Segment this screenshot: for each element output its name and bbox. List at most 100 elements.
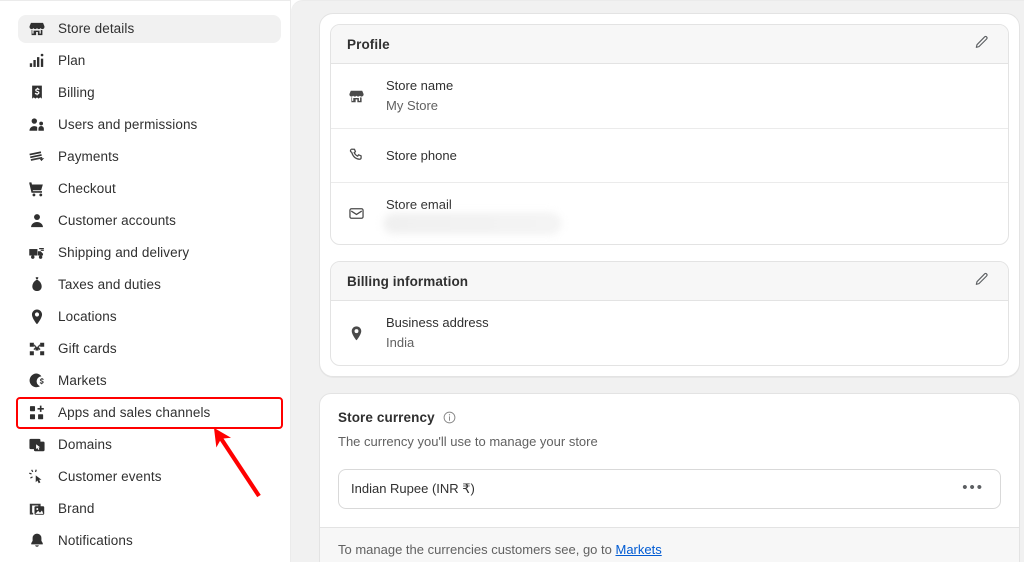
field-row: Business address India [331,301,1008,365]
store-currency-select[interactable]: Indian Rupee (INR ₹) ••• [338,469,1001,509]
sidebar-item-billing[interactable]: Billing [18,79,281,107]
sidebar-item-gift-cards[interactable]: Gift cards [18,335,281,363]
sidebar-item-store-details[interactable]: Store details [18,15,281,43]
sidebar-item-shipping-and-delivery[interactable]: Shipping and delivery [18,239,281,267]
field-value: India [386,335,415,350]
field-text: Store email [386,196,558,231]
sidebar-item-label: Plan [58,53,86,68]
sidebar-item-notifications[interactable]: Notifications [18,527,281,555]
pencil-icon [974,272,989,290]
sidebar-item-label: Billing [58,85,95,100]
markets-link[interactable]: Markets [615,542,661,557]
store-currency-footer: To manage the currencies customers see, … [320,527,1019,562]
plan-chart-icon [28,52,46,70]
domains-window-icon [28,436,46,454]
profile-title: Profile [347,36,390,52]
billing-section: Billing information Business address Indi… [330,261,1009,366]
field-text: Business address India [386,314,489,352]
sidebar-item-label: Markets [58,373,107,388]
field-label: Business address [386,315,489,330]
store-currency-footer-text: To manage the currencies customers see, … [338,542,616,557]
billing-section-header: Billing information [331,262,1008,301]
sidebar-item-label: Users and permissions [58,117,198,132]
settings-sidebar: Store details Plan Billing Users and permis… [0,0,291,562]
sidebar-item-customer-accounts[interactable]: Customer accounts [18,207,281,235]
sidebar-item-payments[interactable]: Payments [18,143,281,171]
profile-section: Profile Store name My Store Store phone Sto… [330,24,1009,245]
ellipsis-icon[interactable]: ••• [962,480,984,499]
billing-title: Billing information [347,273,469,289]
gift-card-icon [28,340,46,358]
sidebar-item-checkout[interactable]: Checkout [18,175,281,203]
billing-edit-button[interactable] [968,268,994,294]
email-icon [347,205,365,223]
billing-fields: Business address India [331,301,1008,365]
sidebar-item-label: Customer events [58,469,162,484]
field-label: Store name [386,78,454,93]
sidebar-item-label: Notifications [58,533,133,548]
location-pin-icon [347,324,365,342]
store-currency-title: Store currency [338,410,435,425]
sidebar-item-label: Customer accounts [58,213,176,228]
sidebar-item-plan[interactable]: Plan [18,47,281,75]
customer-events-click-icon [28,468,46,486]
sidebar-item-locations[interactable]: Locations [18,303,281,331]
sidebar-nav-list: Store details Plan Billing Users and permis… [0,15,290,555]
info-circle-icon[interactable] [442,410,457,425]
taxes-moneybag-icon [28,276,46,294]
location-pin-icon [28,308,46,326]
store-icon [347,87,365,105]
person-icon [28,212,46,230]
sidebar-item-customer-events[interactable]: Customer events [18,463,281,491]
field-label: Store email [386,197,452,212]
sidebar-item-label: Locations [58,309,117,324]
sidebar-item-brand[interactable]: Brand [18,495,281,523]
field-value-redacted [386,216,558,231]
store-icon [28,20,46,38]
sidebar-item-taxes-and-duties[interactable]: Taxes and duties [18,271,281,299]
field-text: Store phone [386,147,457,165]
store-currency-title-row: Store currency [338,410,1001,425]
sidebar-item-label: Payments [58,149,119,164]
main-content-column: Profile Store name My Store Store phone Sto… [319,1,1020,562]
sidebar-item-users-and-permissions[interactable]: Users and permissions [18,111,281,139]
sidebar-item-label: Shipping and delivery [58,245,190,260]
sidebar-item-label: Store details [58,21,135,36]
pencil-icon [974,35,989,53]
profile-section-header: Profile [331,25,1008,64]
sidebar-item-label: Gift cards [58,341,117,356]
billing-receipt-icon [28,84,46,102]
main-content-area: Profile Store name My Store Store phone Sto… [291,0,1024,562]
sidebar-item-label: Apps and sales channels [58,405,211,420]
sidebar-item-apps-and-sales-channels[interactable]: Apps and sales channels [16,397,283,429]
field-row: Store phone [331,129,1008,183]
bell-icon [28,532,46,550]
sidebar-item-label: Checkout [58,181,116,196]
apps-grid-plus-icon [28,404,46,422]
sidebar-item-label: Taxes and duties [58,277,161,292]
field-row: Store name My Store [331,64,1008,129]
sidebar-item-domains[interactable]: Domains [18,431,281,459]
brand-image-icon [28,500,46,518]
settings-page: Store details Plan Billing Users and permis… [0,0,1024,562]
store-currency-subtitle: The currency you'll use to manage your s… [338,434,598,449]
markets-globe-icon [28,372,46,390]
field-label: Store phone [386,147,457,163]
sidebar-item-label: Domains [58,437,112,452]
field-text: Store name My Store [386,77,453,115]
store-currency-card: Store currency The currency you'll use t… [319,393,1020,562]
phone-icon [347,147,365,165]
sidebar-item-label: Brand [58,501,95,516]
profile-edit-button[interactable] [968,31,994,57]
field-row: Store email [331,183,1008,244]
sidebar-item-markets[interactable]: Markets [18,367,281,395]
payments-card-icon [28,148,46,166]
store-currency-body: Store currency The currency you'll use t… [320,394,1019,527]
users-icon [28,116,46,134]
profile-fields: Store name My Store Store phone Store email [331,64,1008,244]
shipping-truck-icon [28,244,46,262]
profile-billing-card: Profile Store name My Store Store phone Sto… [319,13,1020,377]
store-currency-selected-value: Indian Rupee (INR ₹) [351,481,475,496]
field-value: My Store [386,98,439,113]
checkout-cart-icon [28,180,46,198]
